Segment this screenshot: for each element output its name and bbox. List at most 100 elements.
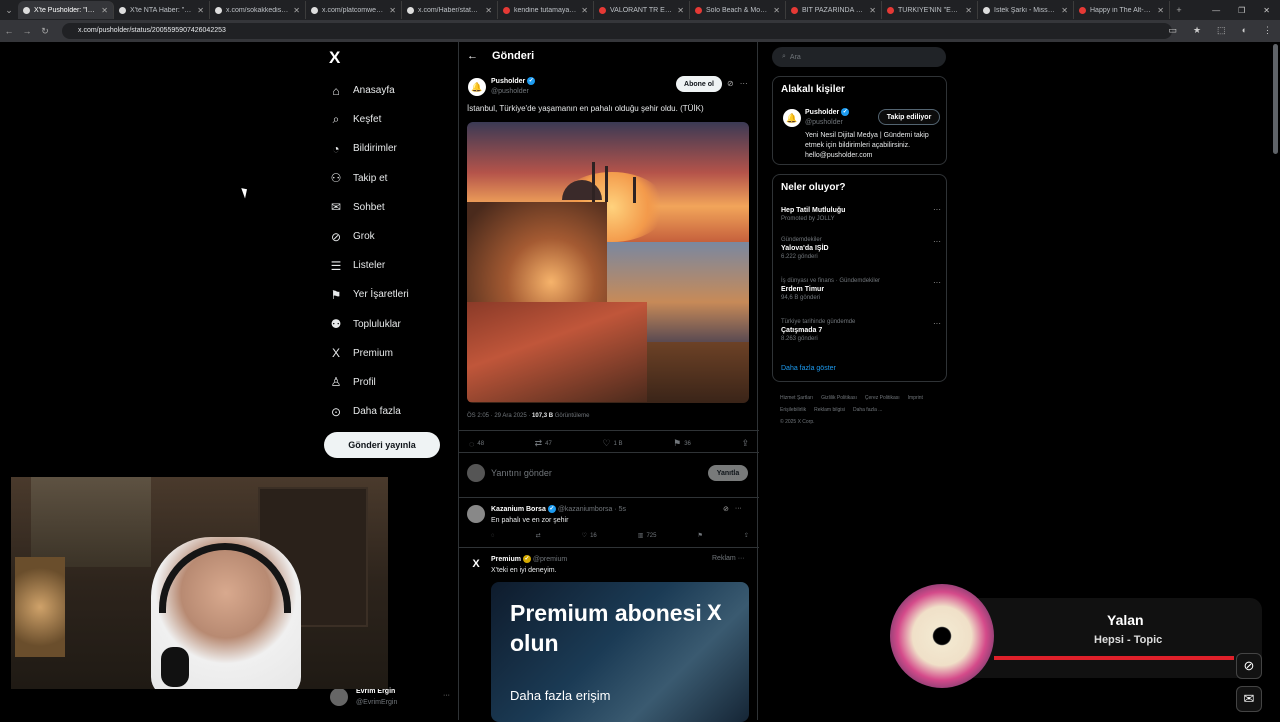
forward-icon[interactable]: →	[18, 26, 36, 36]
tab-close-icon[interactable]: ✕	[773, 6, 780, 15]
account-switcher[interactable]: Evrim Ergin @EvrimErgin ···	[330, 686, 450, 712]
trend-item[interactable]: Türkiye tarihinde gündemde Çatışmada 7 8.2…	[781, 319, 941, 342]
url-input[interactable]: x.com/pusholder/status/20055959074260422…	[62, 23, 1172, 39]
more-icon[interactable]: ···	[738, 555, 745, 562]
star-icon[interactable]: ★	[1193, 25, 1201, 36]
premium-x-icon[interactable]: X	[467, 555, 485, 573]
footer-link[interactable]: Gizlilik Politikası	[821, 395, 857, 401]
cast-icon[interactable]: ▭	[1168, 25, 1177, 36]
post-image[interactable]	[467, 122, 749, 403]
reply-input[interactable]: Yanıtını gönder	[491, 468, 552, 478]
author-avatar[interactable]: 🔔	[468, 78, 486, 96]
trend-item[interactable]: İş dünyası ve finans · Gündemdekiler Erde…	[781, 278, 941, 301]
sidebar-item-home[interactable]: ⌂ Anasayfa	[329, 76, 459, 105]
tab-close-icon[interactable]: ✕	[869, 6, 876, 15]
footer-link[interactable]: © 2025 X Corp.	[780, 419, 815, 425]
tab-close-icon[interactable]: ✕	[1061, 6, 1068, 15]
repost-action[interactable]: ⇄ 47	[535, 438, 552, 449]
footer-link[interactable]: Erişilebilirlik	[780, 407, 806, 413]
sidebar-item-lists[interactable]: ☰ Listeler	[329, 251, 459, 280]
menu-icon[interactable]: ⋮	[1263, 25, 1272, 36]
search-input[interactable]: ⌕ Ara	[772, 47, 946, 67]
reply-action[interactable]: ◌ 48	[469, 438, 484, 449]
related-name[interactable]: Pusholder ✓	[805, 108, 850, 116]
trend-item[interactable]: Gündemdekiler Yalova'da IŞİD 6.222 gönderi…	[781, 237, 941, 260]
browser-tab[interactable]: TÜRKİYE'NİN "EN KÜÇ...✕	[882, 1, 978, 19]
grok-icon[interactable]: ⊘	[723, 505, 729, 513]
show-more-link[interactable]: Daha fazla göster	[781, 365, 836, 372]
back-icon[interactable]: ←	[0, 26, 18, 36]
tab-close-icon[interactable]: ✕	[293, 6, 300, 15]
more-icon[interactable]: ···	[740, 79, 748, 88]
minimize-icon[interactable]: —	[1212, 6, 1220, 15]
sidebar-item-communities[interactable]: ⚉ Topluluklar	[329, 310, 459, 339]
profile-icon[interactable]: ◐	[1242, 25, 1247, 36]
like-action[interactable]: ♡ 1 B	[602, 438, 622, 449]
scrollbar[interactable]	[1273, 44, 1278, 154]
share-icon[interactable]: ⇪	[744, 532, 749, 539]
sidebar-item-profile[interactable]: ♙ Profil	[329, 368, 459, 397]
views-action[interactable]: ▥ 725	[638, 532, 657, 540]
sidebar-item-chat[interactable]: ✉ Sohbet	[329, 193, 459, 222]
grok-icon[interactable]: ⊘	[1236, 653, 1262, 679]
tab-close-icon[interactable]: ✕	[389, 6, 396, 15]
post-button[interactable]: Gönderi yayınla	[324, 432, 440, 458]
tab-close-icon[interactable]: ✕	[677, 6, 684, 15]
following-button[interactable]: Takip ediliyor	[878, 109, 940, 125]
browser-tab[interactable]: x.com/sokakkedisitv/st...✕	[210, 1, 306, 19]
ad-author[interactable]: Premium ✓ @premium	[491, 555, 567, 563]
messages-icon[interactable]: ✉	[1236, 686, 1262, 712]
trend-item[interactable]: Hep Tatil Mutluluğu Promoted by JOLLY ···	[781, 205, 941, 222]
close-icon[interactable]: ✕	[1263, 6, 1270, 15]
browser-tab[interactable]: X'te Pusholder: "İstanb...✕	[18, 1, 114, 19]
tab-close-icon[interactable]: ✕	[101, 6, 108, 15]
maximize-icon[interactable]: ❐	[1238, 6, 1245, 15]
subscribe-button[interactable]: Abone ol	[676, 76, 722, 92]
repost-icon[interactable]: ⇄	[536, 532, 541, 539]
more-icon[interactable]: ···	[933, 278, 941, 287]
sidebar-item-follow[interactable]: ⚇ Takip et	[329, 164, 459, 193]
footer-link[interactable]: Daha fazla ...	[853, 407, 882, 413]
share-action[interactable]: ⇪	[741, 438, 749, 449]
tab-close-icon[interactable]: ✕	[197, 6, 204, 15]
reply-button[interactable]: Yanıtla	[708, 465, 748, 481]
comment-author[interactable]: Kazanium Borsa ✓ @kazaniumborsa · 5s	[491, 505, 626, 513]
author-name[interactable]: Pusholder ✓	[491, 77, 536, 85]
like-action[interactable]: ♡ 16	[582, 532, 597, 540]
browser-tab[interactable]: İstek Şarkı - MissXss A...✕	[978, 1, 1074, 19]
tab-close-icon[interactable]: ✕	[1157, 6, 1164, 15]
browser-tab[interactable]: Happy in The Alt-Rock...✕	[1074, 1, 1170, 19]
author-handle[interactable]: @pusholder	[491, 88, 529, 95]
sidebar-item-grok[interactable]: ⊘ Grok	[329, 222, 459, 251]
more-icon[interactable]: ···	[933, 205, 941, 214]
footer-link[interactable]: Imprint	[908, 395, 923, 401]
browser-tab[interactable]: VALORANT TR ESPOR...✕	[594, 1, 690, 19]
reload-icon[interactable]: ↻	[36, 26, 54, 37]
x-logo-icon[interactable]: X	[329, 48, 340, 68]
tab-close-icon[interactable]: ✕	[581, 6, 588, 15]
sidebar-item-notifications[interactable]: ◔ Bildirimler	[329, 134, 459, 163]
browser-tab[interactable]: X'te NTA Haber: "Maj...✕	[114, 1, 210, 19]
footer-link[interactable]: Hizmet Şartları	[780, 395, 813, 401]
ad-card[interactable]: Premium abonesi olun X Daha fazla erişim	[491, 582, 749, 722]
bookmark-icon[interactable]: ⚑	[698, 532, 703, 539]
footer-link[interactable]: Çerez Politikası	[865, 395, 900, 401]
reply-icon[interactable]: ◌	[491, 532, 495, 539]
sidebar-item-bookmarks[interactable]: ⚑ Yer İşaretleri	[329, 280, 459, 309]
tab-search-icon[interactable]: ⌄	[0, 5, 18, 16]
sidebar-item-more[interactable]: ⊙ Daha fazla	[329, 397, 459, 426]
tab-close-icon[interactable]: ✕	[965, 6, 972, 15]
bookmark-action[interactable]: ⚑ 36	[673, 438, 691, 449]
browser-tab[interactable]: Solo Beach & Mounta...✕	[690, 1, 786, 19]
sidebar-item-explore[interactable]: ⌕ Keşfet	[329, 105, 459, 134]
browser-tab[interactable]: kendine tutamayacağı...✕	[498, 1, 594, 19]
view-count[interactable]: 107,3 B	[532, 413, 553, 419]
more-icon[interactable]: ···	[443, 692, 450, 699]
back-arrow-icon[interactable]: ←	[467, 50, 478, 62]
sidebar-item-premium[interactable]: X Premium	[329, 339, 459, 368]
new-tab-icon[interactable]: +	[1170, 5, 1188, 15]
browser-tab[interactable]: BİT PAZARINDA 2 SAA...✕	[786, 1, 882, 19]
extensions-icon[interactable]: ⬚	[1217, 25, 1226, 36]
footer-link[interactable]: Reklam bilgisi	[814, 407, 845, 413]
more-icon[interactable]: ···	[735, 505, 742, 513]
